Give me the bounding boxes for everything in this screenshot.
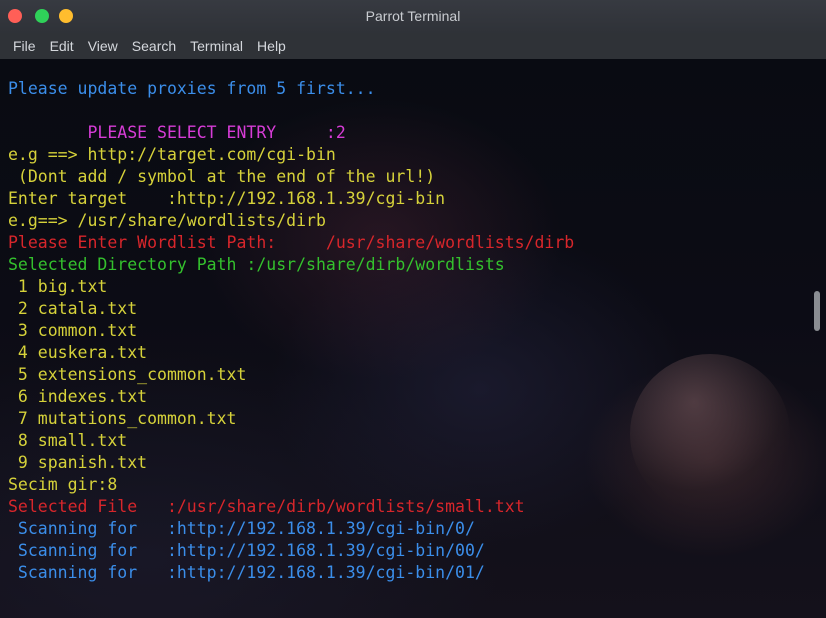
menu-file[interactable]: File: [6, 38, 43, 54]
menu-help[interactable]: Help: [250, 38, 293, 54]
terminal-line: Scanning for :http://192.168.1.39/cgi-bi…: [8, 541, 485, 560]
menu-terminal[interactable]: Terminal: [183, 38, 250, 54]
title-bar[interactable]: Parrot Terminal: [0, 0, 826, 33]
terminal-line: PLEASE SELECT ENTRY :2: [8, 123, 346, 142]
terminal-line: 7 mutations_common.txt: [8, 409, 237, 428]
terminal-line: 4 euskera.txt: [8, 343, 148, 362]
terminal-line: Secim gir:8: [8, 475, 118, 494]
terminal-text: Please update proxies from 5 first... PL…: [8, 78, 574, 584]
menu-edit[interactable]: Edit: [43, 38, 81, 54]
window-title: Parrot Terminal: [365, 8, 461, 24]
terminal-line: e.g ==> http://target.com/cgi-bin: [8, 145, 336, 164]
terminal-line: Enter target :http://192.168.1.39/cgi-bi…: [8, 189, 446, 208]
terminal-line: 2 catala.txt: [8, 299, 138, 318]
terminal-line: Selected File :/usr/share/dirb/wordlists…: [8, 497, 525, 516]
terminal-output[interactable]: Please update proxies from 5 first... PL…: [0, 59, 826, 618]
terminal-line: 6 indexes.txt: [8, 387, 148, 406]
background-planet: [630, 354, 790, 514]
terminal-line: (Dont add / symbol at the end of the url…: [8, 167, 436, 186]
menu-bar: File Edit View Search Terminal Help: [0, 33, 826, 59]
menu-view[interactable]: View: [81, 38, 125, 54]
terminal-line: Please update proxies from 5 first...: [8, 79, 376, 98]
terminal-line: 1 big.txt: [8, 277, 108, 296]
scrollbar-thumb[interactable]: [814, 291, 820, 331]
terminal-line: 5 extensions_common.txt: [8, 365, 247, 384]
terminal-line: Scanning for :http://192.168.1.39/cgi-bi…: [8, 563, 485, 582]
terminal-line: 9 spanish.txt: [8, 453, 148, 472]
terminal-window: Parrot Terminal File Edit View Search Te…: [0, 0, 826, 618]
terminal-line: Please Enter Wordlist Path: /usr/share/w…: [8, 233, 575, 252]
menu-search[interactable]: Search: [125, 38, 183, 54]
terminal-line: Scanning for :http://192.168.1.39/cgi-bi…: [8, 519, 475, 538]
terminal-line: 8 small.txt: [8, 431, 128, 450]
terminal-line: e.g==> /usr/share/wordlists/dirb: [8, 211, 326, 230]
terminal-line: Selected Directory Path :/usr/share/dirb…: [8, 255, 505, 274]
terminal-line: 3 common.txt: [8, 321, 138, 340]
